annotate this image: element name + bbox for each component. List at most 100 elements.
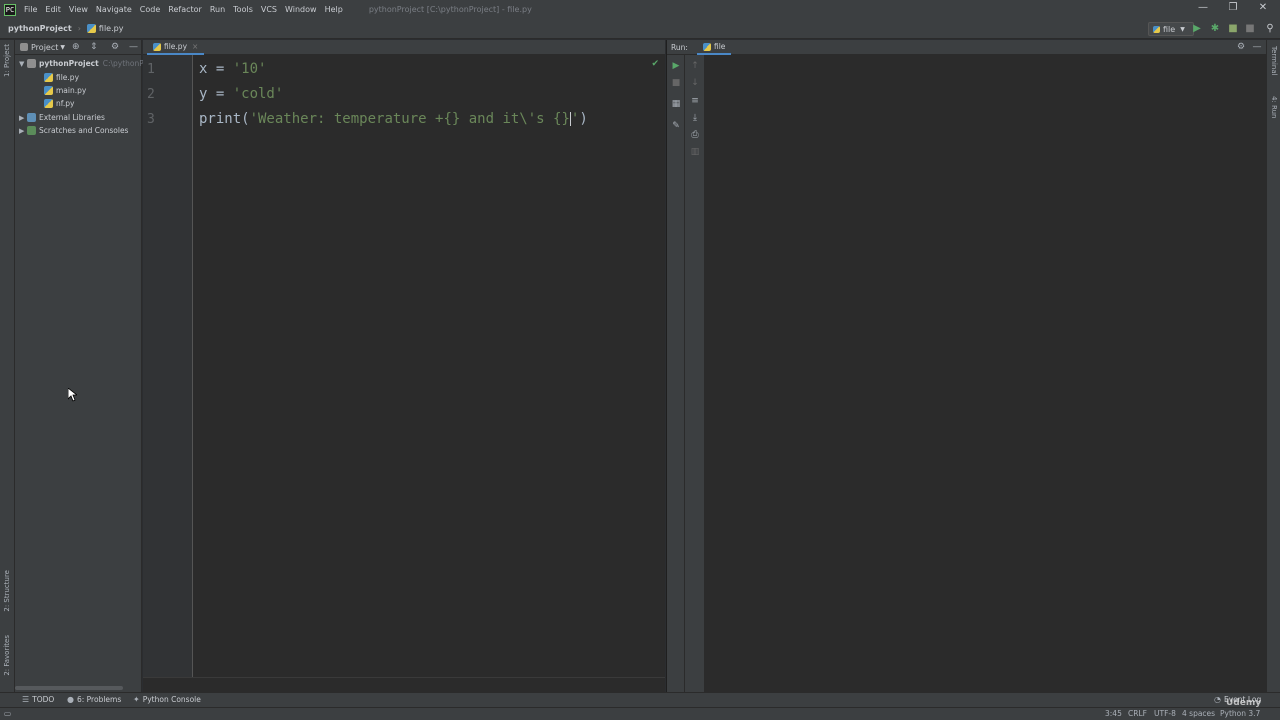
run-header: Run: file ⚙ —	[667, 40, 1267, 55]
print-icon[interactable]: ⎙	[689, 129, 701, 141]
gear-icon[interactable]: ⚙	[111, 42, 119, 52]
string-literal: 'cold'	[232, 86, 284, 102]
tree-root-path: C:\pythonPr	[102, 59, 147, 68]
string-literal: '10'	[232, 61, 267, 77]
favorites-tool-button[interactable]: 2: Favorites	[3, 635, 11, 676]
arrow-up-icon[interactable]: ↑	[689, 60, 701, 72]
arrow-down-icon[interactable]: ↓	[689, 77, 701, 89]
tab-file-py[interactable]: file.py ×	[147, 40, 205, 55]
status-toggle-icon[interactable]: ▭	[4, 709, 11, 718]
breadcrumb: pythonProject › file.py	[8, 24, 123, 33]
gear-icon[interactable]: ⚙	[1235, 41, 1247, 53]
breadcrumb-file[interactable]: file.py	[99, 24, 124, 33]
code-token: x =	[199, 61, 233, 77]
run-tool-button[interactable]: 4: Run	[1270, 96, 1278, 118]
code-line-2[interactable]: y = 'cold'	[199, 86, 283, 102]
line-separator[interactable]: CRLF	[1128, 709, 1147, 718]
run-toolbar-primary: ▶ ■ ▦ ✎	[667, 55, 685, 692]
menu-file[interactable]: File	[24, 5, 37, 14]
hide-icon[interactable]: —	[1251, 41, 1263, 53]
tree-item-scratches[interactable]: ▶ Scratches and Consoles	[19, 124, 128, 137]
collapse-all-icon[interactable]: ⇕	[90, 42, 98, 52]
structure-tool-button[interactable]: 2: Structure	[3, 570, 11, 612]
run-icon[interactable]: ▶	[1191, 23, 1203, 35]
project-view-select[interactable]: Project	[31, 43, 58, 52]
minimize-button[interactable]: —	[1188, 2, 1218, 13]
menu-view[interactable]: View	[69, 5, 88, 14]
run-tab-label: file	[714, 42, 726, 51]
tree-item-external-libraries[interactable]: ▶ External Libraries	[19, 111, 105, 124]
project-pane-header: Project ▼ ⊕ ⇕ ⚙ —	[15, 40, 141, 55]
pin-icon[interactable]: ✎	[670, 120, 682, 132]
line-number: 1	[147, 62, 155, 77]
pycharm-logo-icon: PC	[4, 3, 16, 16]
problems-label: 6: Problems	[76, 695, 122, 704]
python-console-tool-button[interactable]: ✦ Python Console	[133, 695, 201, 704]
run-tab-file[interactable]: file	[697, 40, 732, 55]
python-interpreter[interactable]: Python 3.7	[1220, 709, 1260, 718]
line-number: 3	[147, 112, 155, 127]
project-tool-button[interactable]: 1: Project	[3, 44, 11, 77]
menu-navigate[interactable]: Navigate	[96, 5, 132, 14]
code-token: y =	[199, 86, 233, 102]
horizontal-scrollbar[interactable]	[15, 686, 123, 690]
tree-item-main-py[interactable]: main.py	[44, 84, 86, 97]
tree-item-nf-py[interactable]: nf.py	[44, 97, 74, 110]
chevron-right-icon: ▶	[19, 113, 25, 122]
menu-code[interactable]: Code	[140, 5, 160, 14]
python-console-label: Python Console	[142, 695, 201, 704]
run-label: Run:	[671, 43, 688, 52]
todo-tool-button[interactable]: ☰ TODO	[22, 695, 54, 704]
folder-icon	[27, 59, 36, 68]
python-file-icon	[44, 99, 53, 108]
tree-item-file-py[interactable]: file.py	[44, 71, 79, 84]
close-window-button[interactable]: ✕	[1248, 2, 1278, 13]
menu-edit[interactable]: Edit	[45, 5, 61, 14]
line-number-gutter: 1 2 3	[143, 55, 193, 677]
menu-run[interactable]: Run	[210, 5, 225, 14]
layout-icon[interactable]: ▦	[670, 98, 682, 110]
code-line-1[interactable]: x = '10'	[199, 61, 266, 77]
menu-vcs[interactable]: VCS	[261, 5, 277, 14]
problems-tool-button[interactable]: ● 6: Problems	[67, 695, 121, 704]
soft-wrap-icon[interactable]: ≡	[689, 95, 701, 107]
stop-icon[interactable]: ■	[670, 77, 682, 89]
list-icon: ☰	[22, 695, 30, 704]
run-toolbar-secondary: ↑ ↓ ≡ ⤓ ⎙ ▥	[685, 55, 705, 692]
code-editor[interactable]: 1 2 3 x = '10' y = 'cold' print('Weather…	[143, 55, 665, 677]
hide-icon[interactable]: —	[129, 42, 138, 52]
caret-position[interactable]: 3:45	[1105, 709, 1122, 718]
tab-label: file.py	[164, 42, 188, 51]
code-line-3[interactable]: print('Weather: temperature +{} and it\'…	[199, 111, 588, 127]
menu-refactor[interactable]: Refactor	[168, 5, 202, 14]
stop-icon[interactable]: ■	[1244, 23, 1256, 35]
tree-root-pythonproject[interactable]: ▼ pythonProject C:\pythonPr	[19, 57, 147, 70]
menu-help[interactable]: Help	[325, 5, 343, 14]
window-title: pythonProject [C:\pythonProject] - file.…	[368, 5, 532, 14]
breadcrumb-project[interactable]: pythonProject	[8, 24, 72, 33]
library-icon	[27, 113, 36, 122]
editor-tab-bar: file.py ×	[143, 40, 665, 55]
run-configuration-select[interactable]: file ▼	[1148, 22, 1194, 36]
line-number: 2	[147, 87, 155, 102]
inspection-ok-icon[interactable]: ✔	[651, 59, 659, 69]
scroll-to-end-icon[interactable]: ⤓	[689, 112, 701, 124]
coverage-icon[interactable]: ■	[1227, 23, 1239, 35]
code-token: )	[579, 111, 588, 127]
file-encoding[interactable]: UTF-8	[1154, 709, 1176, 718]
maximize-button[interactable]: ❐	[1218, 2, 1248, 13]
tree-item-label: Scratches and Consoles	[39, 126, 129, 135]
debug-icon[interactable]: ✱	[1209, 23, 1221, 35]
menu-tools[interactable]: Tools	[233, 5, 253, 14]
rerun-icon[interactable]: ▶	[670, 60, 682, 72]
trash-icon[interactable]: ▥	[689, 146, 701, 158]
close-icon[interactable]: ×	[192, 42, 198, 51]
search-icon[interactable]: ⚲	[1264, 23, 1276, 35]
indent-setting[interactable]: 4 spaces	[1182, 709, 1215, 718]
event-log-icon: ◔	[1214, 695, 1221, 704]
menu-window[interactable]: Window	[285, 5, 317, 14]
chevron-down-icon: ▼	[1180, 25, 1185, 33]
terminal-tool-button[interactable]: Terminal	[1270, 46, 1278, 76]
locate-icon[interactable]: ⊕	[72, 42, 80, 52]
chevron-right-icon: ▶	[19, 126, 25, 135]
